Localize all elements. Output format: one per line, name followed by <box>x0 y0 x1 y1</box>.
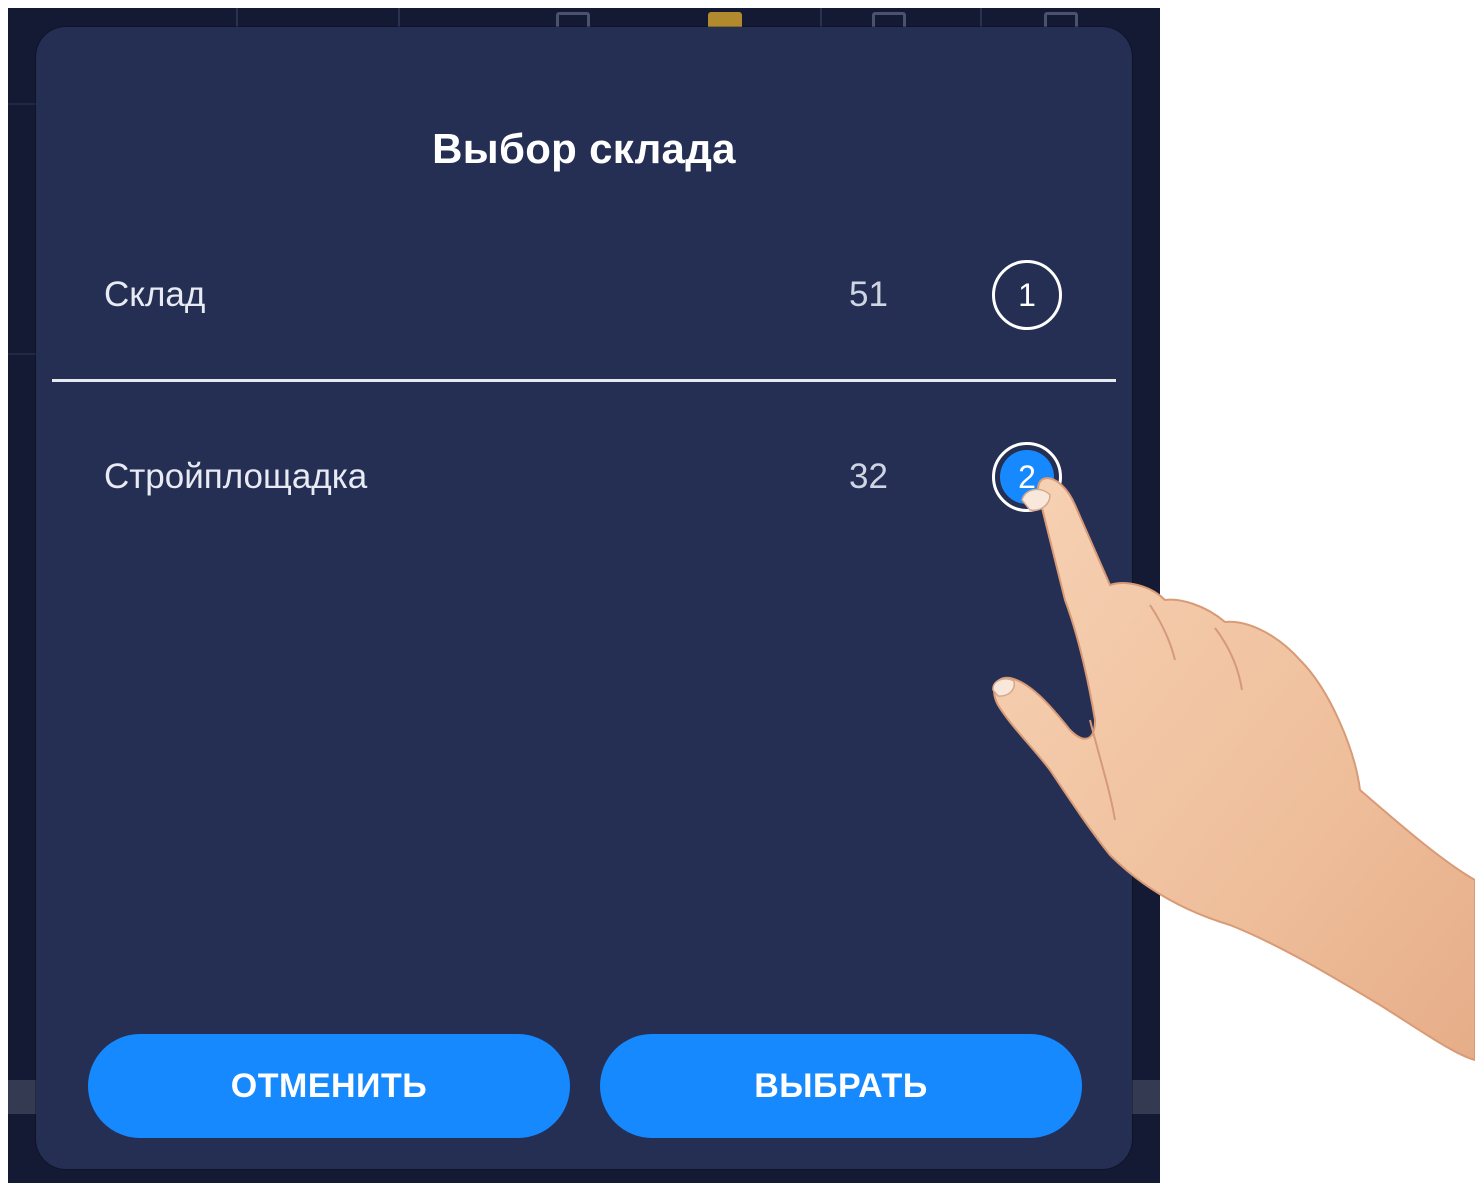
select-button[interactable]: ВЫБРАТЬ <box>600 1034 1082 1138</box>
cancel-button[interactable]: ОТМЕНИТЬ <box>88 1034 570 1138</box>
radio-number: 2 <box>1018 459 1036 495</box>
radio-option-1[interactable]: 1 <box>992 260 1062 330</box>
list-item-count: 32 <box>849 457 888 496</box>
list-divider <box>52 379 1116 382</box>
warehouse-select-dialog: Выбор склада Склад 51 1 Стройплощадка 32… <box>36 27 1132 1169</box>
list-item-warehouse[interactable]: Склад 51 1 <box>36 245 1132 345</box>
dialog-title: Выбор склада <box>432 125 736 172</box>
list-item-count: 51 <box>849 275 888 314</box>
background-row-divider <box>8 103 38 105</box>
list-item-construction-site[interactable]: Стройплощадка 32 2 <box>36 427 1132 527</box>
list-item-name: Стройплощадка <box>104 457 368 496</box>
radio-option-2[interactable]: 2 <box>992 442 1062 512</box>
list-item-name: Склад <box>104 275 206 314</box>
screen: Выбор склада Склад 51 1 Стройплощадка 32… <box>0 0 1475 1183</box>
radio-number: 1 <box>1018 277 1036 313</box>
background-row-divider <box>8 353 38 355</box>
hand-knuckle-line <box>1214 627 1243 691</box>
